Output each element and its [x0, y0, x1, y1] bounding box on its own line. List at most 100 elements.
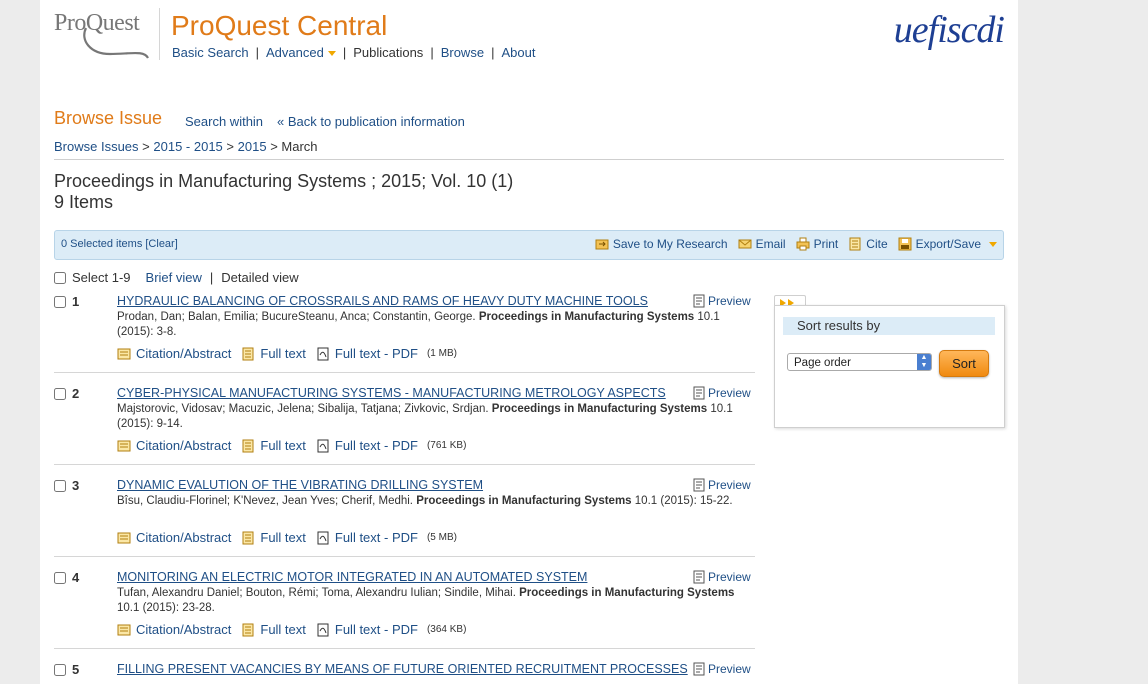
print-button[interactable]: Print — [796, 237, 838, 251]
result-title-link[interactable]: HYDRAULIC BALANCING OF CROSSRAILS AND RA… — [117, 294, 648, 308]
full-text-pdf-link[interactable]: Full text - PDF (1 MB) — [316, 346, 457, 361]
export-save-button[interactable]: Export/Save — [898, 237, 997, 251]
page-title: Browse Issue — [54, 108, 163, 128]
result-divider — [54, 372, 755, 373]
breadcrumb-years[interactable]: 2015 - 2015 — [153, 139, 222, 154]
nav-browse[interactable]: Browse — [441, 45, 484, 60]
preview-icon — [693, 662, 705, 676]
pdf-size: (5 MB) — [426, 532, 457, 543]
abstract-icon — [117, 348, 131, 359]
selected-items-count[interactable]: 0 Selected items [Clear] — [61, 238, 178, 250]
citation-abstract-link[interactable]: Citation/Abstract — [117, 346, 231, 361]
sort-button[interactable]: Sort — [939, 350, 989, 377]
pdf-icon — [317, 623, 329, 636]
breadcrumb-separator: > — [226, 139, 235, 154]
breadcrumb-year[interactable]: 2015 — [238, 139, 267, 154]
nav-publications[interactable]: Publications — [353, 45, 423, 60]
result-authors: Bîsu, Claudiu-Florinel; K'Nevez, Jean Yv… — [117, 495, 414, 507]
breadcrumb: Browse Issues > 2015 - 2015 > 2015 > Mar… — [54, 139, 318, 154]
result-checkbox[interactable] — [54, 480, 66, 492]
brief-view-link[interactable]: Brief view — [146, 270, 202, 285]
breadcrumb-browse-issues[interactable]: Browse Issues — [54, 139, 139, 154]
view-separator: | — [209, 270, 214, 285]
full-text-pdf-link[interactable]: Full text - PDF (5 MB) — [316, 530, 457, 545]
result-title-link[interactable]: FILLING PRESENT VACANCIES BY MEANS OF FU… — [117, 662, 688, 676]
search-within-link[interactable]: Search within — [185, 114, 263, 129]
sort-heading: Sort results by — [783, 317, 995, 335]
sort-order-select[interactable]: Page order ▲ ▼ — [787, 353, 932, 371]
sort-panel: Sort results by Page order ▲ ▼ Sort — [774, 305, 1005, 428]
abstract-icon — [117, 624, 131, 635]
preview-link[interactable]: Preview — [692, 570, 751, 584]
select-arrows-icon: ▲ ▼ — [917, 354, 931, 370]
result-divider — [54, 464, 755, 465]
save-to-my-research-button[interactable]: Save to My Research — [595, 237, 728, 251]
result-journal: Proceedings in Manufacturing Systems — [478, 311, 695, 323]
result-number: 2 — [72, 386, 80, 401]
result-authors: Tufan, Alexandru Daniel; Bouton, Rémi; T… — [117, 587, 516, 599]
pdf-icon — [317, 347, 329, 360]
divider — [54, 159, 1004, 160]
result-checkbox[interactable] — [54, 572, 66, 584]
abstract-icon — [117, 532, 131, 543]
pdf-icon — [317, 439, 329, 452]
full-text-icon — [242, 347, 254, 360]
citation-abstract-link[interactable]: Citation/Abstract — [117, 530, 231, 545]
full-text-link[interactable]: Full text — [241, 346, 306, 361]
nav-basic-search[interactable]: Basic Search — [172, 45, 249, 60]
pdf-size: (364 KB) — [426, 624, 467, 635]
result-citation: 10.1 (2015): 15-22. — [634, 495, 733, 507]
nav-about[interactable]: About — [501, 45, 535, 60]
result-checkbox[interactable] — [54, 296, 66, 308]
result-number: 1 — [72, 294, 80, 309]
full-text-pdf-link[interactable]: Full text - PDF (761 KB) — [316, 438, 466, 453]
result-title-link[interactable]: CYBER-PHYSICAL MANUFACTURING SYSTEMS - M… — [117, 386, 666, 400]
proquest-logo[interactable]: ProQuest — [54, 10, 154, 59]
nav-advanced[interactable]: Advanced — [266, 45, 336, 60]
result-citation: 10.1 (2015): 23-28. — [117, 602, 215, 614]
citation-abstract-link[interactable]: Citation/Abstract — [117, 622, 231, 637]
result-title-link[interactable]: MONITORING AN ELECTRIC MOTOR INTEGRATED … — [117, 570, 587, 584]
result-journal: Proceedings in Manufacturing Systems — [491, 403, 708, 415]
abstract-icon — [117, 440, 131, 451]
result-title-link[interactable]: DYNAMIC EVALUTION OF THE VIBRATING DRILL… — [117, 478, 483, 492]
result-meta: Bîsu, Claudiu-Florinel; K'Nevez, Jean Yv… — [117, 494, 757, 509]
result-meta: Prodan, Dan; Balan, Emilia; BucureSteanu… — [117, 310, 757, 340]
result-number: 4 — [72, 570, 80, 585]
email-button[interactable]: Email — [738, 237, 786, 251]
preview-link[interactable]: Preview — [692, 478, 751, 492]
result-meta: Majstorovic, Vidosav; Macuzic, Jelena; S… — [117, 402, 757, 432]
result-number: 5 — [72, 662, 80, 677]
result-checkbox[interactable] — [54, 388, 66, 400]
preview-icon — [693, 294, 705, 308]
detailed-view-label: Detailed view — [221, 270, 299, 285]
full-text-pdf-link[interactable]: Full text - PDF (364 KB) — [316, 622, 467, 637]
result-checkbox[interactable] — [54, 664, 66, 676]
full-text-icon — [242, 531, 254, 544]
full-text-link[interactable]: Full text — [241, 438, 306, 453]
result-item: 5 FILLING PRESENT VACANCIES BY MEANS OF … — [54, 662, 756, 684]
result-journal: Proceedings in Manufacturing Systems — [416, 495, 632, 507]
pdf-size: (1 MB) — [426, 348, 457, 359]
institution-logo: uefiscdi — [893, 9, 1005, 51]
result-meta: Tufan, Alexandru Daniel; Bouton, Rémi; T… — [117, 586, 757, 616]
preview-icon — [693, 478, 705, 492]
page: ProQuest ProQuest Central Basic Search | A… — [40, 0, 1018, 684]
item-count: 9 Items — [54, 192, 114, 212]
top-nav: Basic Search | Advanced | Publications | Brows… — [172, 45, 536, 60]
result-journal: Proceedings in Manufacturing Systems — [519, 587, 735, 599]
cite-button[interactable]: Cite — [848, 237, 888, 251]
citation-abstract-link[interactable]: Citation/Abstract — [117, 438, 231, 453]
preview-link[interactable]: Preview — [692, 662, 751, 676]
proquest-swoosh-icon — [83, 27, 149, 59]
full-text-link[interactable]: Full text — [241, 622, 306, 637]
back-to-publication-link[interactable]: « Back to publication information — [277, 114, 465, 129]
full-text-icon — [242, 623, 254, 636]
cite-document-icon — [849, 237, 861, 251]
results-toolbar: 0 Selected items [Clear] Save to My Rese… — [54, 230, 1004, 260]
preview-link[interactable]: Preview — [692, 294, 751, 308]
select-all-checkbox[interactable] — [54, 271, 66, 284]
preview-link[interactable]: Preview — [692, 386, 751, 400]
full-text-link[interactable]: Full text — [241, 530, 306, 545]
printer-icon — [796, 237, 810, 251]
